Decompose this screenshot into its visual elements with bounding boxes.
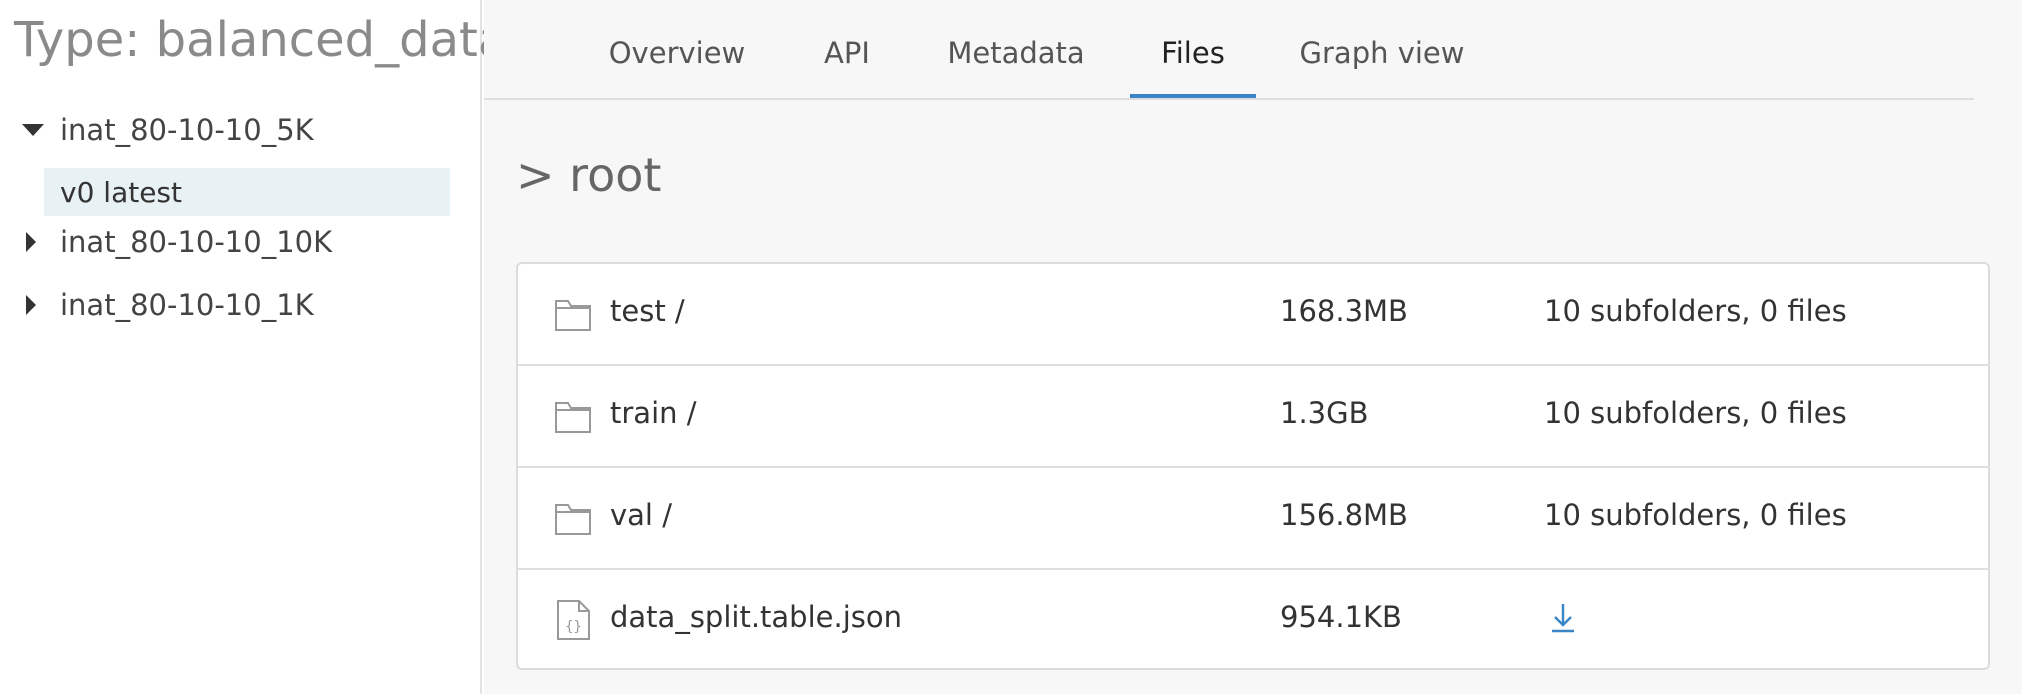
tree-item-label: inat_80-10-10_5K: [60, 113, 314, 147]
file-name[interactable]: train /: [610, 396, 697, 430]
tab-bar: Overview API Metadata Files Graph view: [484, 0, 1974, 100]
tab-graph-view[interactable]: Graph view: [1300, 36, 1465, 98]
folder-icon: [555, 402, 591, 433]
tree-item-label: inat_80-10-10_1K: [60, 288, 314, 322]
caret-down-icon[interactable]: [22, 124, 60, 136]
file-size: 954.1KB: [1280, 600, 1402, 634]
file-name[interactable]: data_split.table.json: [610, 600, 902, 634]
file-name[interactable]: val /: [610, 498, 672, 532]
sidebar-title: Type: balanced_data: [14, 12, 508, 68]
svg-text:{}: {}: [565, 619, 582, 635]
json-file-icon: {}: [557, 600, 590, 640]
tab-overview[interactable]: Overview: [609, 36, 746, 98]
table-row[interactable]: test / 168.3MB 10 subfolders, 0 files: [518, 264, 1988, 366]
tree-item-label: inat_80-10-10_10K: [60, 225, 333, 259]
folder-icon: [555, 504, 591, 535]
file-size: 168.3MB: [1280, 294, 1408, 328]
file-size: 156.8MB: [1280, 498, 1408, 532]
table-row[interactable]: train / 1.3GB 10 subfolders, 0 files: [518, 366, 1988, 468]
tree-item-10k[interactable]: inat_80-10-10_10K: [22, 220, 332, 264]
tab-files[interactable]: Files: [1130, 36, 1256, 98]
breadcrumb[interactable]: > root: [516, 148, 661, 202]
file-size: 1.3GB: [1280, 396, 1369, 430]
file-name[interactable]: test /: [610, 294, 685, 328]
tab-api[interactable]: API: [822, 36, 872, 98]
version-label: v0 latest: [60, 175, 182, 209]
sidebar: Type: balanced_data inat_80-10-10_5K v0 …: [0, 0, 507, 694]
tab-metadata[interactable]: Metadata: [947, 36, 1084, 98]
tree-item-5k[interactable]: inat_80-10-10_5K: [22, 108, 314, 152]
file-info: 10 subfolders, 0 files: [1544, 294, 1847, 328]
file-table: test / 168.3MB 10 subfolders, 0 files tr…: [516, 262, 1990, 670]
file-info: 10 subfolders, 0 files: [1544, 396, 1847, 430]
file-info: 10 subfolders, 0 files: [1544, 498, 1847, 532]
caret-right-icon[interactable]: [22, 232, 60, 252]
caret-right-icon[interactable]: [22, 295, 60, 315]
table-row[interactable]: {} data_split.table.json 954.1KB: [518, 570, 1988, 672]
main-panel: Overview API Metadata Files Graph view >…: [484, 0, 2022, 694]
table-row[interactable]: val / 156.8MB 10 subfolders, 0 files: [518, 468, 1988, 570]
version-item-v0-latest[interactable]: v0 latest: [44, 168, 450, 216]
folder-icon: [555, 300, 591, 331]
tree-item-1k[interactable]: inat_80-10-10_1K: [22, 283, 314, 327]
download-icon[interactable]: [1550, 602, 1576, 634]
